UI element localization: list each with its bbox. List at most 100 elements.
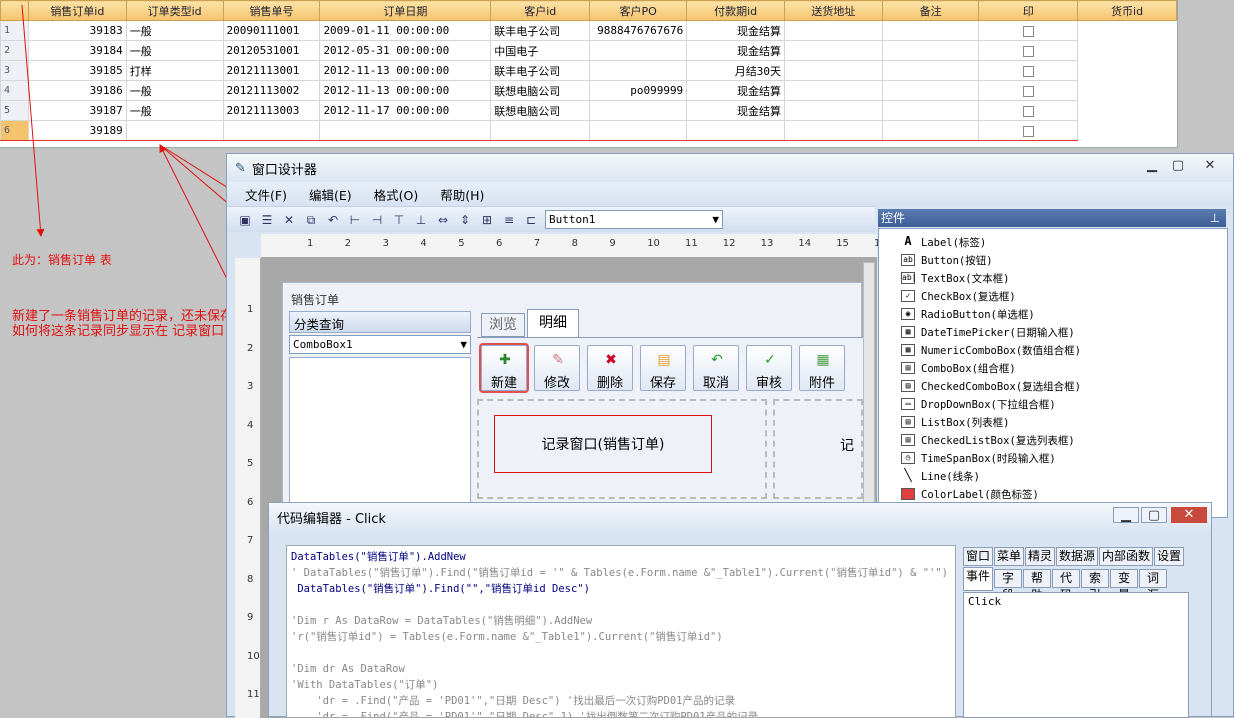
control-item[interactable]: ab| TextBox(文本框) <box>879 269 1227 287</box>
save-icon: ▤ <box>657 352 671 368</box>
code-tab[interactable]: 数据源 <box>1056 547 1098 566</box>
control-item-label: RadioButton(单选框) <box>921 308 1035 321</box>
code-tab[interactable]: 菜单 <box>994 547 1024 566</box>
close-icon[interactable]: ✕ <box>1197 158 1223 174</box>
controls-panel-title: 控件 <box>881 211 906 225</box>
control-selector[interactable]: Button1 ▼ <box>545 210 723 229</box>
event-item-click[interactable]: Click <box>968 595 1184 608</box>
control-item[interactable]: ▤ ComboBox(组合框) <box>879 359 1227 377</box>
same-height-icon[interactable]: ⇕ <box>457 212 473 228</box>
designer-titlebar[interactable]: ✎ 窗口设计器 <box>227 154 1233 182</box>
code-editor-titlebar[interactable]: 代码编辑器 - Click <box>269 503 1211 531</box>
attach-button[interactable]: ▦ 附件 <box>799 345 845 391</box>
control-item-label: Line(线条) <box>921 470 980 483</box>
control-item[interactable]: ab Button(按钮) <box>879 251 1227 269</box>
code-tab[interactable]: 帮助 <box>1023 569 1051 602</box>
save-icon[interactable]: ▣ <box>237 212 253 228</box>
control-item-label: NumericComboBox(数值组合框) <box>921 344 1081 357</box>
same-size-icon[interactable]: ⊞ <box>479 212 495 228</box>
event-list[interactable]: Click <box>963 592 1189 718</box>
control-item[interactable]: ╲ Line(线条) <box>879 467 1227 485</box>
code-textarea[interactable]: DataTables("销售订单").AddNew ' DataTables("销… <box>286 545 956 718</box>
form-title: 销售订单 <box>291 293 340 307</box>
minimize-icon[interactable]: ▁ <box>1113 507 1139 523</box>
menu-file[interactable]: 文件(F) <box>245 185 287 204</box>
menu-edit[interactable]: 编辑(E) <box>309 185 352 204</box>
category-combobox[interactable]: ComboBox1 ▼ <box>289 335 471 354</box>
properties-icon[interactable]: ☰ <box>259 212 275 228</box>
delete-icon[interactable]: ✕ <box>281 212 297 228</box>
code-tab[interactable]: 窗口 <box>963 547 993 566</box>
code-tab[interactable]: 索引 <box>1081 569 1109 602</box>
cancel-button[interactable]: ↶ 取消 <box>693 345 739 391</box>
align-left-icon[interactable]: ⊢ <box>347 212 363 228</box>
sales-order-form[interactable]: 销售订单 分类查询 ComboBox1 ▼ 浏览 明细 ✚ 新建 ✎ 修改 ✖ 删除 ▤ 保存… <box>282 282 863 523</box>
control-item[interactable]: ▦ DateTimePicker(日期输入框) <box>879 323 1227 341</box>
ruler-tick-label: 9 <box>609 238 616 249</box>
ruler-tick-label: 11 <box>247 689 260 700</box>
code-tab[interactable]: 代码 <box>1052 569 1080 602</box>
control-item[interactable]: ▭ DropDownBox(下拉组合框) <box>879 395 1227 413</box>
control-item[interactable]: A Label(标签) <box>879 233 1227 251</box>
button-label: 保存 <box>649 376 676 391</box>
ruler-tick-label: 1 <box>247 304 254 315</box>
control-item[interactable]: ◷ TimeSpanBox(时段输入框) <box>879 449 1227 467</box>
align-bottom-icon[interactable]: ⊥ <box>413 212 429 228</box>
code-tab[interactable]: 字段 <box>994 569 1022 602</box>
control-item[interactable]: ▤ CheckedListBox(复选列表框) <box>879 431 1227 449</box>
approve-button[interactable]: ✓ 审核 <box>746 345 792 391</box>
code-line: 'Dim r As DataRow = DataTables("销售明细").A… <box>291 615 593 627</box>
copy-icon[interactable]: ⧉ <box>303 212 319 228</box>
tab-detail[interactable]: 明细 <box>527 309 579 337</box>
button-label: 取消 <box>702 376 729 391</box>
chevron-down-icon: ▼ <box>460 338 467 351</box>
button-icon: ab <box>901 254 915 266</box>
same-width-icon[interactable]: ⇔ <box>435 212 451 228</box>
menu-format[interactable]: 格式(O) <box>374 185 419 204</box>
minimize-icon[interactable]: ▁ <box>1139 158 1165 174</box>
horizontal-spacing-icon[interactable]: ⊏ <box>523 212 539 228</box>
control-item-label: DateTimePicker(日期输入框) <box>921 326 1075 339</box>
pin-icon[interactable]: ⊥ <box>1210 209 1220 227</box>
textbox-icon: ab| <box>901 272 917 284</box>
color-label-icon: ■ <box>901 488 915 500</box>
ruler-tick-label: 7 <box>533 238 541 249</box>
category-list[interactable] <box>289 357 471 523</box>
code-tab[interactable]: 设置 <box>1154 547 1184 566</box>
delete-button[interactable]: ✖ 删除 <box>587 345 633 391</box>
control-item[interactable]: ■ ColorLabel(颜色标签) <box>879 485 1227 503</box>
save-button[interactable]: ▤ 保存 <box>640 345 686 391</box>
code-line: DataTables("销售订单").AddNew <box>291 551 466 563</box>
ruler-tick-label: 14 <box>798 238 812 249</box>
tab-browse[interactable]: 浏览 <box>481 313 525 337</box>
close-icon[interactable]: ✕ <box>1171 507 1207 523</box>
align-top-icon[interactable]: ⊤ <box>391 212 407 228</box>
control-item-label: Button(按钮) <box>921 254 993 267</box>
edit-button[interactable]: ✎ 修改 <box>534 345 580 391</box>
control-item[interactable]: ▤ CheckedComboBox(复选组合框) <box>879 377 1227 395</box>
control-item[interactable]: ◉ RadioButton(单选框) <box>879 305 1227 323</box>
maximize-icon[interactable]: ▢ <box>1165 158 1191 174</box>
code-line: DataTables("销售订单").Find("","销售订单id Desc"… <box>291 583 590 595</box>
control-item-label: ColorLabel(颜色标签) <box>921 488 1039 501</box>
control-item[interactable]: ▤ ListBox(列表框) <box>879 413 1227 431</box>
listbox-icon: ▤ <box>901 416 915 428</box>
undo-icon[interactable]: ↶ <box>325 212 341 228</box>
control-item[interactable]: ▦ NumericComboBox(数值组合框) <box>879 341 1227 359</box>
vertical-spacing-icon[interactable]: ≡ <box>501 212 517 228</box>
control-item[interactable]: ✓ CheckBox(复选框) <box>879 287 1227 305</box>
code-tab[interactable]: 事件 <box>963 567 993 591</box>
code-tab[interactable]: 内部函数 <box>1099 547 1153 566</box>
maximize-icon[interactable]: ▢ <box>1141 507 1167 523</box>
align-right-icon[interactable]: ⊣ <box>369 212 385 228</box>
combobox-icon: ▤ <box>901 362 915 374</box>
menu-help[interactable]: 帮助(H) <box>440 185 484 204</box>
code-tab[interactable]: 精灵 <box>1025 547 1055 566</box>
control-item-label: CheckBox(复选框) <box>921 290 1016 303</box>
new-button[interactable]: ✚ 新建 <box>479 343 529 393</box>
ruler-tick-label: 13 <box>760 238 774 249</box>
code-tab[interactable]: 变量 <box>1110 569 1138 602</box>
controls-list: A Label(标签) ab Button(按钮) ab| TextBox(文本框) ✓ Ch… <box>878 228 1228 518</box>
code-tab[interactable]: 词汇 <box>1139 569 1167 602</box>
